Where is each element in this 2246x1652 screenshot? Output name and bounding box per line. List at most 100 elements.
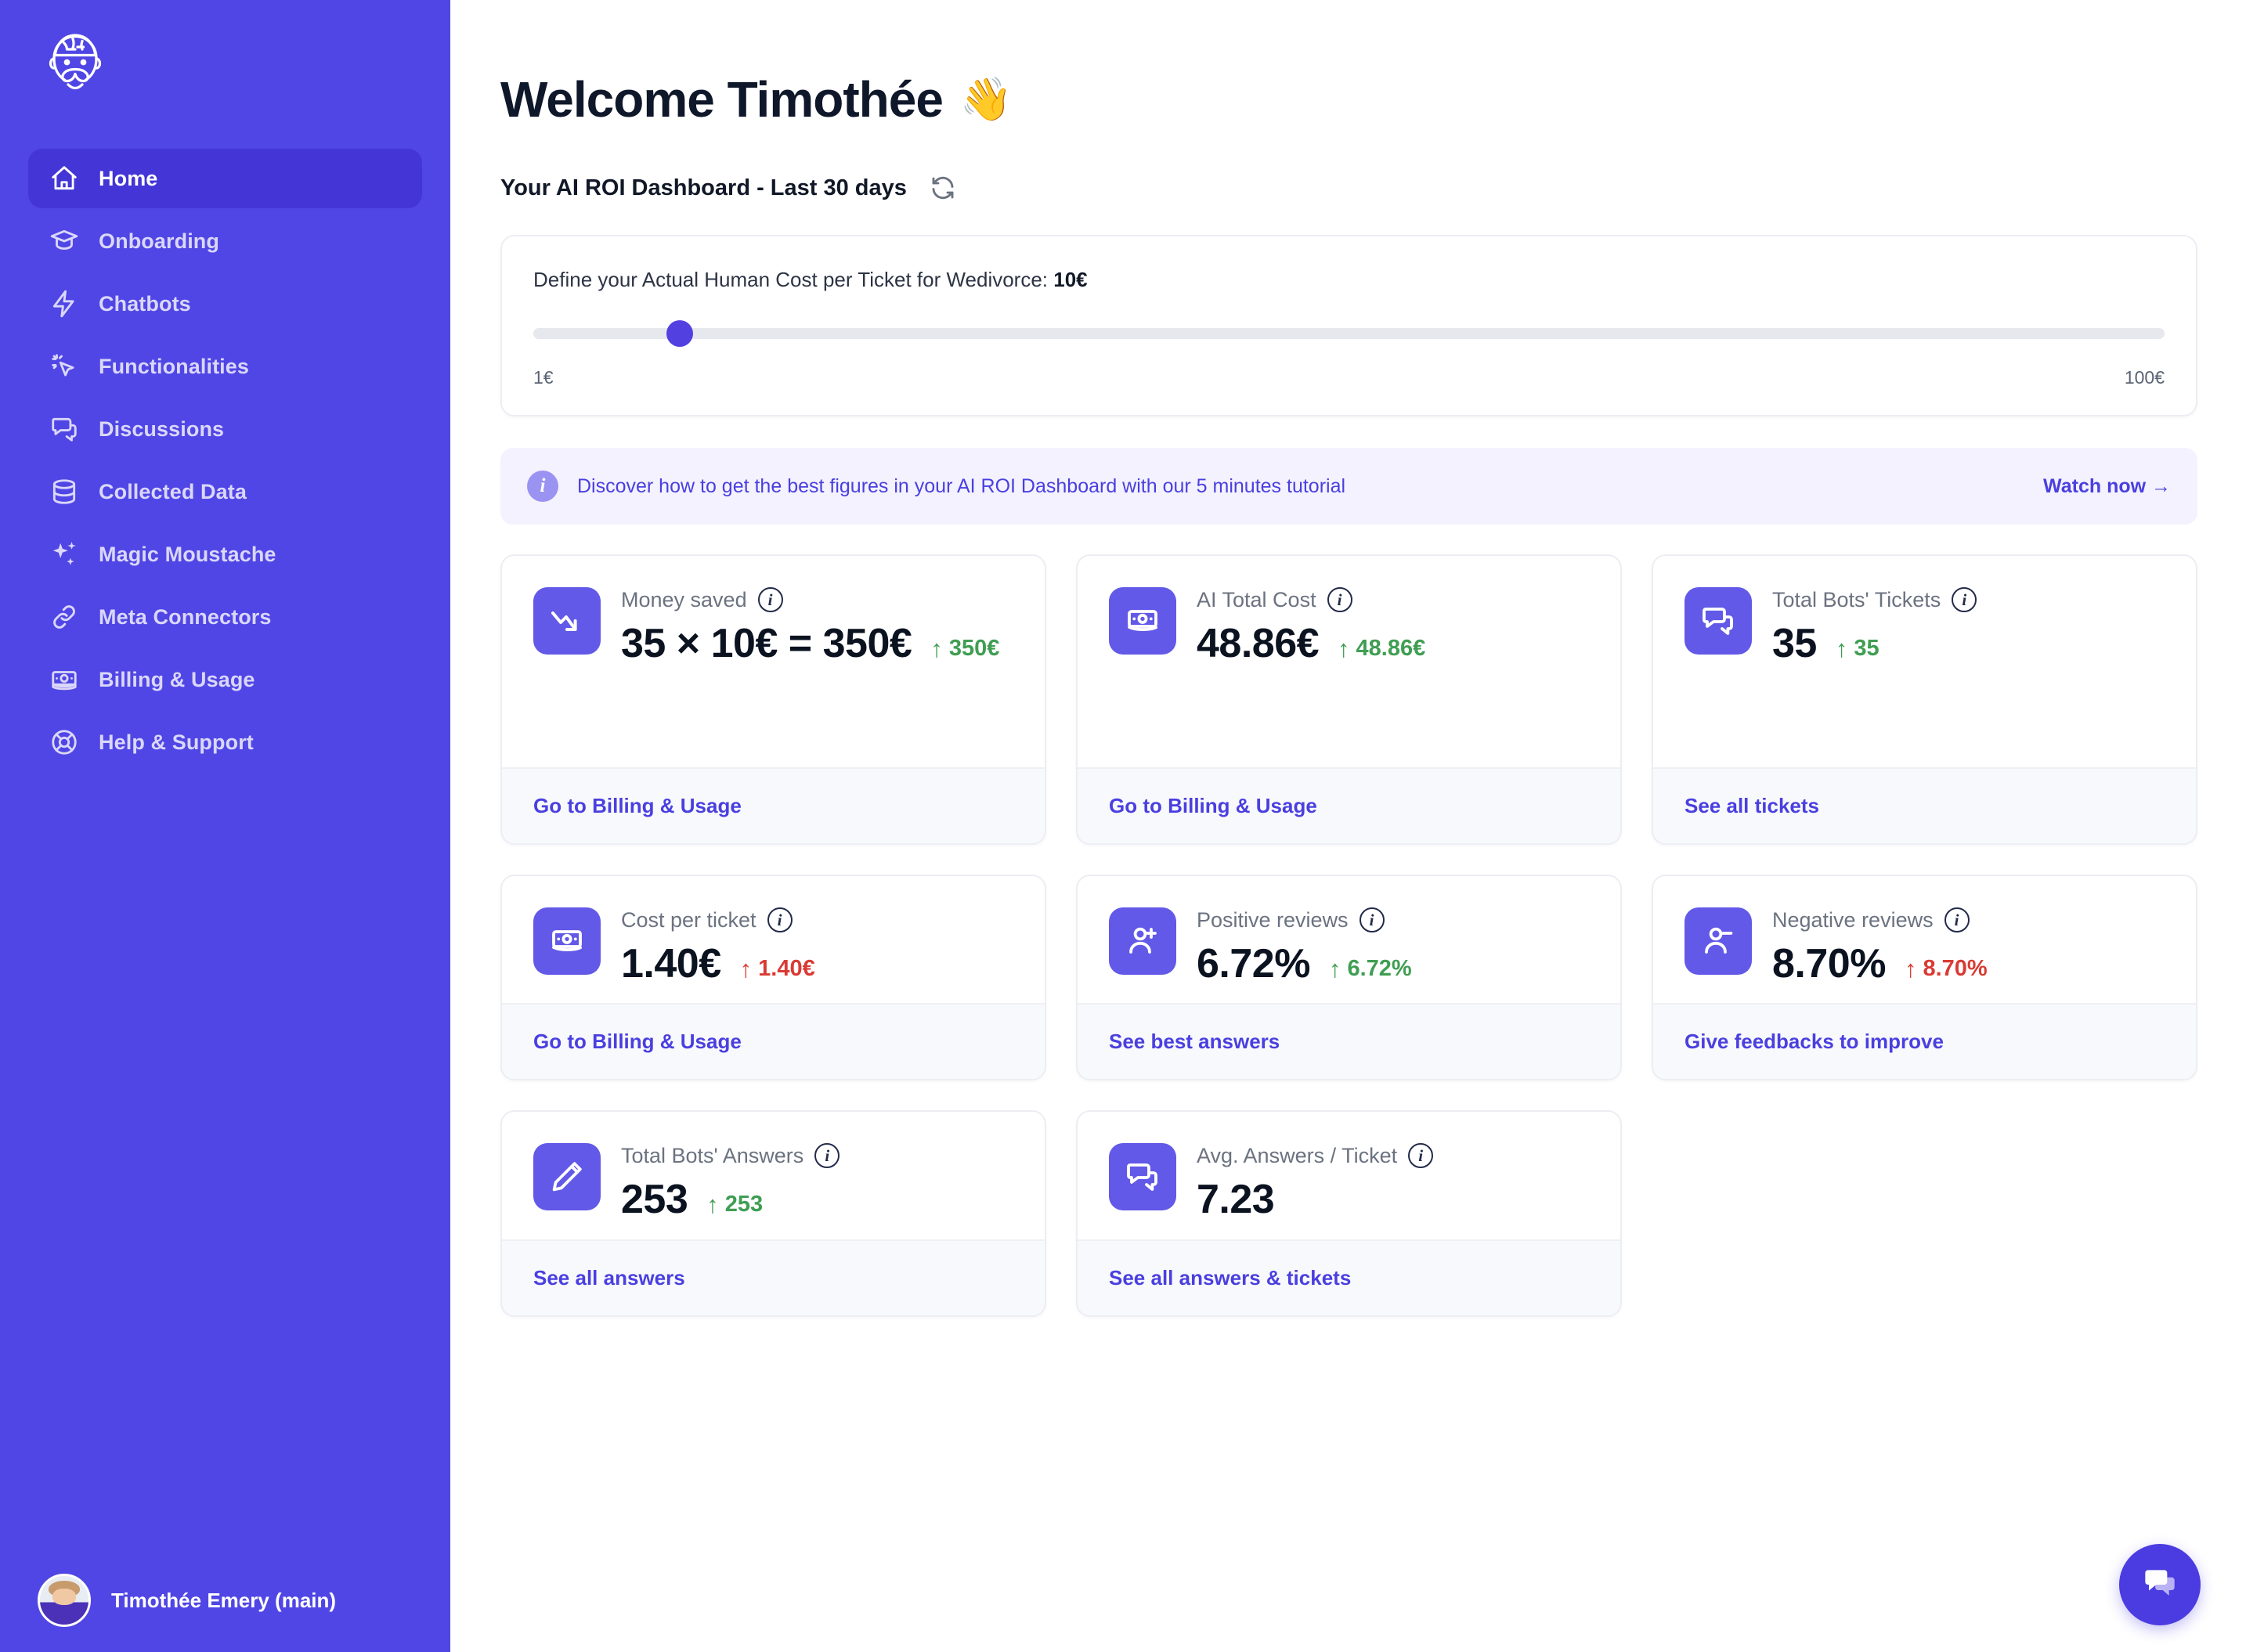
- kpi-card-body: Negative reviews i 8.70% ↑ 8.70%: [1653, 876, 2196, 1003]
- kpi-card: AI Total Cost i 48.86€ ↑ 48.86€ Go to Billing…: [1076, 554, 1622, 845]
- sidebar-item-meta-connectors[interactable]: Meta Connectors: [28, 587, 422, 647]
- sidebar-item-discussions[interactable]: Discussions: [28, 399, 422, 459]
- info-icon[interactable]: i: [1408, 1143, 1434, 1169]
- sidebar-item-label: Collected Data: [99, 479, 247, 503]
- kpi-card-title-row: Cost per ticket i: [621, 907, 1013, 932]
- kpi-value-row: 48.86€ ↑ 48.86€: [1197, 620, 1589, 667]
- sidebar-item-help-support[interactable]: Help & Support: [28, 712, 422, 772]
- kpi-card: Cost per ticket i 1.40€ ↑ 1.40€ Go to Billing…: [500, 875, 1046, 1081]
- app-root: Home Onboarding Chatbots Functionalities: [0, 0, 2246, 1652]
- sidebar-item-label: Magic Moustache: [99, 542, 276, 566]
- arrow-up-icon: ↑: [1835, 635, 1848, 662]
- info-icon[interactable]: i: [1359, 907, 1385, 932]
- info-icon[interactable]: i: [1327, 587, 1352, 612]
- kpi-card-footer: See all answers & tickets: [1078, 1239, 1620, 1315]
- watch-now-link[interactable]: Watch now →: [2043, 475, 2171, 498]
- kpi-card-footer: Go to Billing & Usage: [1078, 767, 1620, 843]
- kpi-card-title-row: Total Bots' Answers i: [621, 1143, 1013, 1169]
- kpi-card-title: AI Total Cost: [1197, 587, 1316, 611]
- refresh-button[interactable]: [927, 172, 959, 204]
- kpi-value: 7.23: [1197, 1177, 1275, 1223]
- chat-bubbles-icon: [49, 413, 80, 445]
- kpi-card-link[interactable]: Go to Billing & Usage: [1109, 794, 1317, 817]
- kpi-delta: ↑ 8.70%: [1905, 956, 1988, 982]
- kpi-card: Total Bots' Tickets i 35 ↑ 35 See all tickets: [1652, 554, 2197, 845]
- sidebar-nav: Home Onboarding Chatbots Functionalities: [0, 149, 450, 772]
- sidebar-item-collected-data[interactable]: Collected Data: [28, 462, 422, 521]
- kpi-card: Money saved i 35 × 10€ = 350€ ↑ 350€ Go to Bi…: [500, 554, 1046, 845]
- sidebar-item-home[interactable]: Home: [28, 149, 422, 208]
- chat-bubbles-icon: [1109, 1143, 1176, 1211]
- sidebar-item-label: Chatbots: [99, 291, 191, 316]
- chat-widget-button[interactable]: [2119, 1544, 2201, 1625]
- moustache-brain-logo-icon: [49, 34, 102, 90]
- kpi-value-row: 8.70% ↑ 8.70%: [1772, 940, 2165, 987]
- banknote-icon: [49, 664, 80, 695]
- slider-track[interactable]: [533, 328, 2165, 339]
- info-icon[interactable]: i: [757, 587, 783, 612]
- kpi-value: 35 × 10€ = 350€: [621, 621, 912, 666]
- kpi-card-title-row: Negative reviews i: [1772, 907, 2165, 932]
- sidebar-item-label: Discussions: [99, 417, 225, 441]
- kpi-card-footer: Go to Billing & Usage: [502, 1003, 1045, 1080]
- sidebar-item-chatbots[interactable]: Chatbots: [28, 274, 422, 334]
- chat-bubbles-icon: [1684, 587, 1752, 655]
- kpi-card-footer: See all tickets: [1653, 767, 2196, 843]
- banknote-icon: [1109, 587, 1176, 655]
- sidebar-item-onboarding[interactable]: Onboarding: [28, 211, 422, 271]
- slider-label-prefix: Define your Actual Human Cost per Ticket…: [533, 268, 1054, 291]
- cursor-click-icon: [49, 351, 80, 382]
- slider-thumb[interactable]: [666, 320, 694, 347]
- sidebar-item-magic-moustache[interactable]: Magic Moustache: [28, 525, 422, 584]
- sidebar-item-functionalities[interactable]: Functionalities: [28, 337, 422, 396]
- kpi-value: 253: [621, 1177, 688, 1223]
- sidebar-user-profile[interactable]: Timothée Emery (main): [0, 1553, 450, 1652]
- kpi-card-link[interactable]: Go to Billing & Usage: [533, 1030, 742, 1053]
- banknote-icon: [533, 907, 601, 975]
- slider-value-label: 10€: [1053, 268, 1088, 291]
- kpi-delta-value: 48.86€: [1356, 636, 1426, 661]
- kpi-card-title: Positive reviews: [1197, 907, 1349, 932]
- kpi-delta: ↑ 253: [706, 1192, 763, 1217]
- arrow-up-icon: ↑: [739, 955, 753, 983]
- kpi-value: 48.86€: [1197, 621, 1320, 666]
- kpi-card-link[interactable]: See best answers: [1109, 1030, 1280, 1053]
- info-icon[interactable]: i: [1944, 907, 1970, 932]
- kpi-card-link[interactable]: Give feedbacks to improve: [1684, 1030, 1944, 1053]
- info-icon[interactable]: i: [767, 907, 793, 932]
- slider-label: Define your Actual Human Cost per Ticket…: [533, 268, 2165, 292]
- arrow-up-icon: ↑: [1338, 635, 1350, 662]
- kpi-delta-value: 8.70%: [1923, 956, 1988, 981]
- kpi-value-row: 253 ↑ 253: [621, 1176, 1013, 1223]
- kpi-card: Total Bots' Answers i 253 ↑ 253 See all answe…: [500, 1110, 1046, 1317]
- avatar: [38, 1574, 91, 1627]
- logo-wrapper[interactable]: [0, 0, 450, 149]
- kpi-card-link[interactable]: See all answers: [533, 1266, 685, 1289]
- kpi-card-title-row: AI Total Cost i: [1197, 587, 1589, 612]
- cost-slider[interactable]: [533, 320, 2165, 347]
- kpi-delta: ↑ 1.40€: [740, 956, 815, 982]
- kpi-card-link[interactable]: See all tickets: [1684, 794, 1819, 817]
- kpi-card-title: Total Bots' Tickets: [1772, 587, 1941, 611]
- kpi-card: Avg. Answers / Ticket i 7.23 See all answer…: [1076, 1110, 1622, 1317]
- sidebar-item-billing-usage[interactable]: Billing & Usage: [28, 650, 422, 709]
- kpi-value: 1.40€: [621, 941, 721, 987]
- kpi-card-link[interactable]: See all answers & tickets: [1109, 1266, 1351, 1289]
- kpi-card-link[interactable]: Go to Billing & Usage: [533, 794, 742, 817]
- kpi-card-body: Total Bots' Tickets i 35 ↑ 35: [1653, 556, 2196, 767]
- sidebar: Home Onboarding Chatbots Functionalities: [0, 0, 450, 1652]
- sidebar-item-label: Home: [99, 166, 158, 190]
- info-icon[interactable]: i: [1952, 587, 1977, 612]
- sidebar-item-label: Meta Connectors: [99, 604, 272, 629]
- kpi-value-row: 35 × 10€ = 350€ ↑ 350€: [621, 620, 1013, 667]
- tutorial-banner-text: Discover how to get the best figures in …: [577, 474, 1346, 497]
- user-minus-icon: [1684, 907, 1752, 975]
- page-title-text: Welcome Timothée: [500, 71, 944, 128]
- kpi-card: Negative reviews i 8.70% ↑ 8.70% Give feedbac…: [1652, 875, 2197, 1081]
- kpi-delta-value: 253: [724, 1192, 764, 1217]
- kpi-delta: ↑ 35: [1836, 636, 1879, 662]
- sidebar-item-label: Help & Support: [99, 730, 254, 754]
- info-icon[interactable]: i: [814, 1143, 840, 1169]
- kpi-card-title-row: Positive reviews i: [1197, 907, 1589, 932]
- kpi-card-title-row: Money saved i: [621, 587, 1013, 612]
